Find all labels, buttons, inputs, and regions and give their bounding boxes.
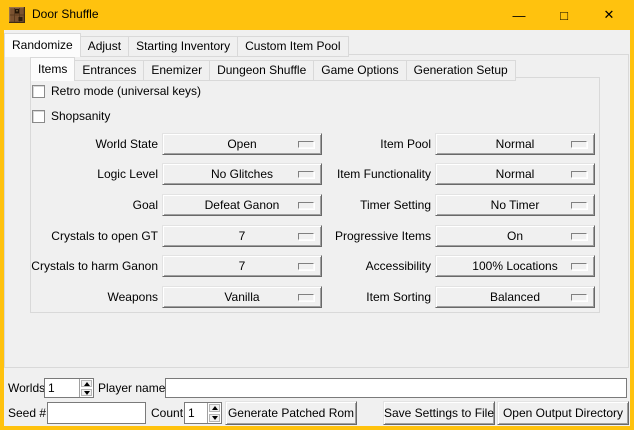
count-label: Count (151, 403, 183, 423)
dropdown-value: Balanced (490, 290, 540, 304)
save-settings-button[interactable]: Save Settings to File (383, 401, 495, 425)
dropdown-value: 7 (239, 259, 246, 273)
window-title: Door Shuffle (32, 7, 99, 21)
tab-dungeon-shuffle[interactable]: Dungeon Shuffle (209, 60, 314, 81)
shopsanity-checkbox[interactable]: Shopsanity (32, 109, 110, 123)
item-functionality-dropdown[interactable]: Normal (435, 163, 595, 185)
tab-generation-setup[interactable]: Generation Setup (406, 60, 516, 81)
spin-up-button[interactable] (81, 380, 92, 387)
worlds-input[interactable] (45, 379, 79, 397)
dropdown-value: 100% Locations (472, 259, 557, 273)
worlds-label: Worlds (8, 378, 45, 398)
option-row: Goal Defeat Ganon Timer Setting No Timer (30, 194, 600, 216)
dropdown-indicator-icon (571, 294, 587, 301)
retro-mode-label: Retro mode (universal keys) (51, 84, 201, 98)
spin-down-button[interactable] (209, 414, 220, 422)
arrow-up-icon (212, 406, 218, 410)
dropdown-indicator-icon (571, 233, 587, 240)
weapons-label: Weapons (30, 286, 158, 308)
arrow-up-icon (84, 382, 90, 386)
world-state-label: World State (30, 133, 158, 155)
option-row: World State Open Item Pool Normal (30, 133, 600, 155)
item-functionality-label: Item Functionality (270, 163, 431, 185)
item-pool-dropdown[interactable]: Normal (435, 133, 595, 155)
timer-setting-dropdown[interactable]: No Timer (435, 194, 595, 216)
sub-tab-bar: Items Entrances Enemizer Dungeon Shuffle… (30, 57, 516, 81)
dropdown-value: Defeat Ganon (205, 198, 280, 212)
checkbox-icon[interactable] (32, 110, 45, 123)
seed-label: Seed # (8, 403, 46, 423)
option-row: Crystals to harm Ganon 7 Accessibility 1… (30, 255, 600, 277)
logic-level-label: Logic Level (30, 163, 158, 185)
tab-starting-inventory[interactable]: Starting Inventory (128, 36, 238, 57)
tab-game-options[interactable]: Game Options (313, 60, 406, 81)
arrow-down-icon (84, 391, 90, 395)
progressive-items-label: Progressive Items (270, 225, 431, 247)
minimize-button[interactable]: — (504, 0, 534, 30)
progressive-items-dropdown[interactable]: On (435, 225, 595, 247)
dropdown-value: No Timer (491, 198, 540, 212)
generate-patched-rom-button[interactable]: Generate Patched Rom (225, 401, 357, 425)
dropdown-indicator-icon (571, 263, 587, 270)
retro-mode-checkbox[interactable]: Retro mode (universal keys) (32, 84, 201, 98)
item-sorting-dropdown[interactable]: Balanced (435, 286, 595, 308)
option-row: Crystals to open GT 7 Progressive Items … (30, 225, 600, 247)
door-icon (9, 7, 25, 23)
main-tab-bar: Randomize Adjust Starting Inventory Cust… (4, 33, 349, 57)
dropdown-value: Normal (496, 167, 535, 181)
tab-enemizer[interactable]: Enemizer (143, 60, 210, 81)
dropdown-value: Vanilla (224, 290, 259, 304)
dropdown-indicator-icon (571, 171, 587, 178)
crystals-gt-label: Crystals to open GT (30, 225, 158, 247)
open-output-directory-button[interactable]: Open Output Directory (497, 401, 629, 425)
dropdown-value: On (507, 229, 523, 243)
worlds-spinner[interactable] (44, 378, 94, 398)
tab-entrances[interactable]: Entrances (74, 60, 144, 81)
spin-up-button[interactable] (209, 404, 220, 412)
option-row: Weapons Vanilla Item Sorting Balanced (30, 286, 600, 308)
window-body: Randomize Adjust Starting Inventory Cust… (4, 30, 630, 426)
option-row: Logic Level No Glitches Item Functionali… (30, 163, 600, 185)
spinner-arrows (207, 403, 221, 423)
spin-down-button[interactable] (81, 389, 92, 396)
title-bar: Door Shuffle — □ ✕ (0, 0, 634, 30)
count-input[interactable] (185, 403, 207, 423)
accessibility-dropdown[interactable]: 100% Locations (435, 255, 595, 277)
tab-items[interactable]: Items (30, 57, 75, 81)
seed-input[interactable] (47, 402, 146, 424)
dropdown-indicator-icon (571, 141, 587, 148)
player-names-label: Player names (98, 378, 171, 398)
checkbox-icon[interactable] (32, 85, 45, 98)
accessibility-label: Accessibility (270, 255, 431, 277)
dropdown-value: Normal (496, 137, 535, 151)
tab-adjust[interactable]: Adjust (80, 36, 129, 57)
player-names-input[interactable] (165, 378, 627, 398)
app-window: Door Shuffle — □ ✕ Randomize Adjust Star… (0, 0, 634, 430)
dropdown-value: 7 (239, 229, 246, 243)
tab-custom-item-pool[interactable]: Custom Item Pool (237, 36, 348, 57)
goal-label: Goal (30, 194, 158, 216)
dropdown-indicator-icon (571, 202, 587, 209)
crystals-ganon-label: Crystals to harm Ganon (30, 255, 158, 277)
tab-randomize[interactable]: Randomize (4, 33, 81, 57)
item-pool-label: Item Pool (270, 133, 431, 155)
shopsanity-label: Shopsanity (51, 109, 110, 123)
dropdown-value: Open (227, 137, 256, 151)
count-spinner[interactable] (184, 402, 222, 424)
maximize-button[interactable]: □ (549, 0, 579, 30)
spinner-arrows (79, 379, 93, 397)
dropdown-value: No Glitches (211, 167, 273, 181)
close-button[interactable]: ✕ (594, 0, 624, 30)
timer-setting-label: Timer Setting (270, 194, 431, 216)
item-sorting-label: Item Sorting (270, 286, 431, 308)
arrow-down-icon (212, 416, 218, 420)
